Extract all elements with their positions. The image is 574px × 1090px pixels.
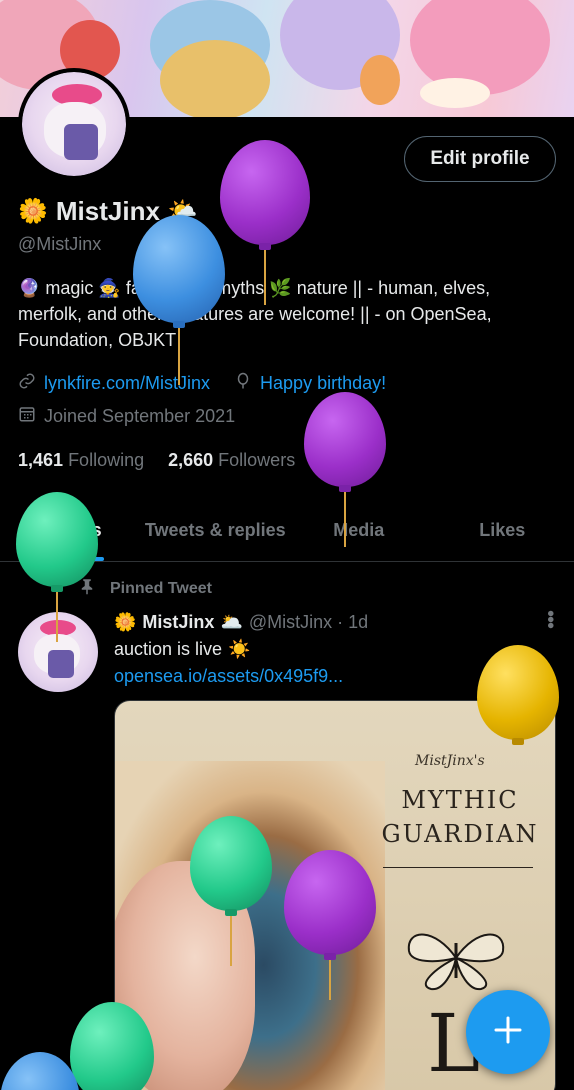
balloon-purple-3 [284, 850, 376, 1000]
followers-link[interactable]: 2,660 Followers [168, 450, 295, 471]
media-small-title: MistJinx's [415, 753, 485, 769]
balloon-green-3 [70, 1002, 154, 1090]
following-link[interactable]: 1,461 Following [18, 450, 144, 471]
profile-handle: @MistJinx [18, 234, 102, 254]
edit-profile-button[interactable]: Edit profile [404, 136, 556, 182]
flower-emoji: 🌼 [18, 198, 48, 225]
butterfly-icon [401, 923, 511, 998]
media-divider [383, 867, 533, 868]
joined-text: Joined September 2021 [44, 406, 236, 426]
tweet-text-content: auction is live [114, 639, 223, 659]
follow-stats: 1,461 Following 2,660 Followers [18, 450, 295, 471]
balloon-green [16, 492, 98, 642]
balloon-yellow [477, 645, 559, 755]
balloon-blue [133, 215, 225, 385]
tweet-header: 🌼 MistJinx 🌥️ @MistJinx · 1d [114, 612, 368, 633]
sun-emoji: ☀️ [228, 639, 251, 659]
author-emoji-right: 🌥️ [220, 612, 243, 632]
pinned-label: Pinned Tweet [110, 579, 212, 597]
plus-icon [493, 1015, 523, 1050]
more-icon[interactable]: ••• [538, 610, 561, 628]
balloon-purple-2 [304, 392, 386, 547]
media-title: MYTHIC GUARDIAN [381, 786, 539, 848]
compose-tweet-button[interactable] [466, 990, 550, 1074]
balloon-icon [234, 372, 252, 395]
tweet-text: auction is live ☀️ [114, 639, 250, 660]
tweet-link[interactable]: opensea.io/assets/0x495f9... [114, 666, 343, 687]
pinned-indicator: Pinned Tweet [78, 577, 212, 600]
link-icon [18, 372, 36, 395]
tab-likes[interactable]: Likes [431, 500, 574, 561]
balloon-green-2 [190, 816, 272, 966]
profile-avatar[interactable] [18, 68, 130, 180]
tweet-author-name[interactable]: MistJinx [142, 612, 214, 633]
author-emoji-left: 🌼 [114, 612, 137, 632]
joined-date: Joined September 2021 [18, 405, 235, 428]
tweet-author-handle[interactable]: @MistJinx · 1d [249, 612, 368, 633]
birthday-link[interactable]: Happy birthday! [260, 373, 386, 394]
tab-tweets-replies[interactable]: Tweets & replies [144, 500, 288, 561]
calendar-icon [18, 405, 36, 428]
balloon-blue-2 [0, 1052, 80, 1090]
balloon-purple [220, 140, 310, 305]
